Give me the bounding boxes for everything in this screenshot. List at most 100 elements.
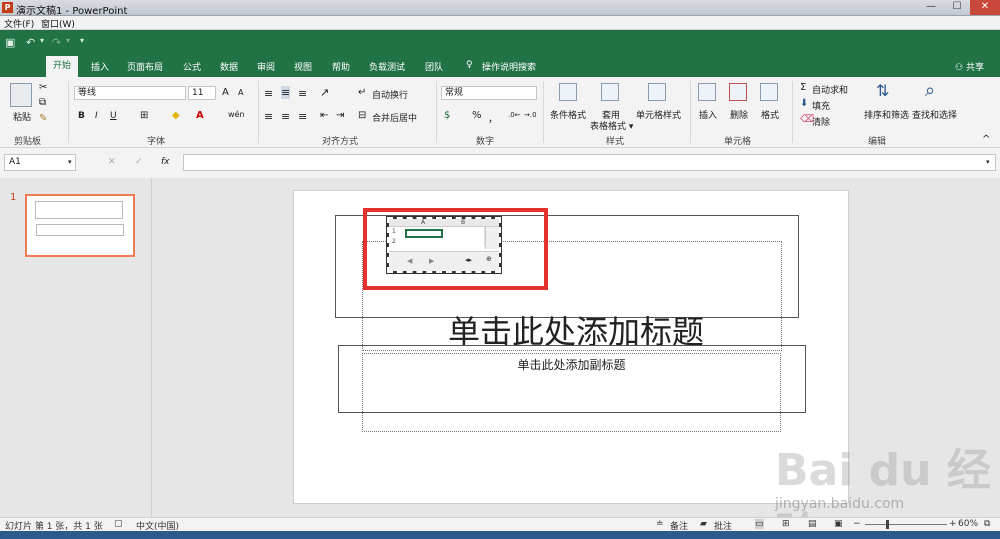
menu-window[interactable]: 窗口(W) [41, 17, 75, 30]
decrease-decimal-icon[interactable]: →.0 [524, 111, 537, 119]
menu-file[interactable]: 文件(F) [4, 17, 34, 30]
cancel-icon[interactable]: ✕ [108, 157, 116, 167]
sort-filter-button[interactable]: 排序和筛选 [864, 108, 909, 121]
tab-team[interactable]: 团队 [425, 60, 443, 73]
tab-view[interactable]: 视图 [294, 60, 312, 73]
merge-center-button[interactable]: 合并后居中 [372, 111, 417, 124]
redo-icon[interactable]: ↷ [52, 36, 61, 49]
conditional-format-icon[interactable] [559, 83, 577, 101]
align-left-icon[interactable]: ≡ [264, 110, 273, 123]
format-as-table-icon[interactable] [601, 83, 619, 101]
clear-button[interactable]: 清除 [812, 115, 830, 128]
spell-check-icon[interactable]: ▢ [114, 519, 123, 529]
wrap-text-button[interactable]: 自动换行 [372, 88, 408, 101]
normal-view-icon[interactable]: ▭ [755, 519, 764, 529]
autosum-icon[interactable]: Σ [800, 82, 806, 93]
expand-formula-icon[interactable]: ▾ [986, 158, 990, 166]
tell-me-search[interactable]: 操作说明搜索 [482, 60, 536, 73]
align-right-icon[interactable]: ≡ [298, 110, 307, 123]
slideshow-icon[interactable]: ▣ [834, 519, 843, 529]
slide-sorter-icon[interactable]: ⊞ [782, 519, 790, 529]
find-select-icon[interactable]: ⌕ [925, 80, 935, 101]
borders-icon[interactable]: ⊞ [140, 110, 148, 121]
number-format-box[interactable]: 常规 [441, 86, 537, 100]
conditional-format-button[interactable]: 条件格式 [550, 108, 586, 121]
paste-icon[interactable] [10, 83, 32, 107]
formula-input[interactable] [183, 154, 996, 171]
align-middle-icon[interactable]: ≡ [281, 86, 291, 99]
tab-formulas[interactable]: 公式 [183, 60, 201, 73]
copy-icon[interactable]: ⧉ [39, 97, 46, 108]
slide-thumbnail[interactable] [25, 194, 135, 257]
name-box-dropdown-icon[interactable]: ▾ [68, 158, 72, 166]
save-icon[interactable]: ▣ [5, 36, 15, 49]
grow-font-icon[interactable]: A [222, 87, 229, 98]
zoom-slider[interactable] [865, 524, 947, 525]
comma-button[interactable]: ， [488, 110, 498, 125]
redo-dropdown-icon[interactable]: ▾ [66, 36, 70, 45]
tab-data[interactable]: 数据 [220, 60, 238, 73]
tab-home[interactable]: 开始 [46, 56, 78, 77]
zoom-level[interactable]: 60% [958, 519, 978, 529]
insert-function-icon[interactable]: fx [161, 157, 170, 167]
undo-icon[interactable]: ↶ [26, 36, 35, 49]
name-box[interactable]: A1 [4, 154, 76, 171]
collapse-ribbon-icon[interactable]: ^ [982, 134, 990, 145]
delete-cells-button[interactable]: 删除 [730, 108, 748, 121]
shrink-font-icon[interactable]: A [238, 88, 243, 97]
fill-button[interactable]: 填充 [812, 99, 830, 112]
font-color-icon[interactable]: A [196, 110, 204, 121]
undo-dropdown-icon[interactable]: ▾ [40, 36, 44, 45]
cut-icon[interactable]: ✂ [39, 82, 47, 93]
tab-help[interactable]: 帮助 [332, 60, 350, 73]
increase-indent-icon[interactable]: ⇥ [336, 110, 344, 121]
reading-view-icon[interactable]: ▤ [808, 519, 817, 529]
enter-icon[interactable]: ✓ [135, 157, 143, 167]
comments-icon[interactable]: ▰ [700, 519, 707, 529]
underline-button[interactable]: U [110, 111, 117, 121]
maximize-icon[interactable]: ☐ [944, 0, 970, 15]
customize-qat-icon[interactable]: ▾ [80, 36, 84, 45]
tab-page-layout[interactable]: 页面布局 [127, 60, 163, 73]
decrease-indent-icon[interactable]: ⇤ [320, 110, 328, 121]
delete-cells-icon[interactable] [729, 83, 747, 101]
subtitle-placeholder[interactable]: 单击此处添加副标题 [362, 356, 781, 373]
sort-filter-icon[interactable]: ⇅ [876, 81, 889, 100]
zoom-slider-thumb[interactable] [886, 520, 889, 529]
cell-styles-button[interactable]: 单元格样式 [636, 108, 681, 121]
align-bottom-icon[interactable]: ≡ [298, 87, 307, 100]
accounting-format-icon[interactable]: $ [444, 110, 450, 121]
format-cells-icon[interactable] [760, 83, 778, 101]
paste-label[interactable]: 粘贴 [13, 110, 31, 123]
insert-cells-button[interactable]: 插入 [699, 108, 717, 121]
phonetic-icon[interactable]: wén [228, 110, 245, 119]
format-as-table-line2[interactable]: 表格格式 ▾ [590, 119, 633, 132]
close-icon[interactable]: ✕ [970, 0, 1000, 15]
align-center-icon[interactable]: ≡ [281, 110, 290, 123]
minimize-icon[interactable]: — [918, 0, 944, 15]
tab-load-test[interactable]: 负载测试 [369, 60, 405, 73]
insert-cells-icon[interactable] [698, 83, 716, 101]
zoom-in-icon[interactable]: + [949, 519, 957, 529]
fill-icon[interactable]: ⬇ [800, 98, 808, 109]
cell-styles-icon[interactable] [648, 83, 666, 101]
share-button[interactable]: ⚇ 共享 [955, 60, 984, 73]
font-name-box[interactable]: 等线 [74, 86, 186, 100]
percent-button[interactable]: % [472, 110, 482, 121]
zoom-out-icon[interactable]: − [853, 519, 861, 529]
notes-icon[interactable]: ≐ [656, 519, 664, 529]
format-painter-icon[interactable]: ✎ [39, 113, 47, 124]
italic-button[interactable]: I [95, 111, 98, 121]
tab-review[interactable]: 审阅 [257, 60, 275, 73]
increase-decimal-icon[interactable]: .0← [508, 111, 521, 119]
wrap-text-icon[interactable]: ↵ [358, 87, 366, 98]
fill-color-icon[interactable]: ◆ [172, 110, 180, 121]
fit-slide-icon[interactable]: ⧉ [984, 519, 990, 529]
format-cells-button[interactable]: 格式 [761, 108, 779, 121]
orientation-icon[interactable]: ↗ [320, 86, 329, 99]
bold-button[interactable]: B [78, 111, 85, 121]
autosum-button[interactable]: 自动求和 [812, 83, 848, 96]
find-select-button[interactable]: 查找和选择 [912, 108, 957, 121]
tab-insert[interactable]: 插入 [91, 60, 109, 73]
align-top-icon[interactable]: ≡ [264, 87, 273, 100]
